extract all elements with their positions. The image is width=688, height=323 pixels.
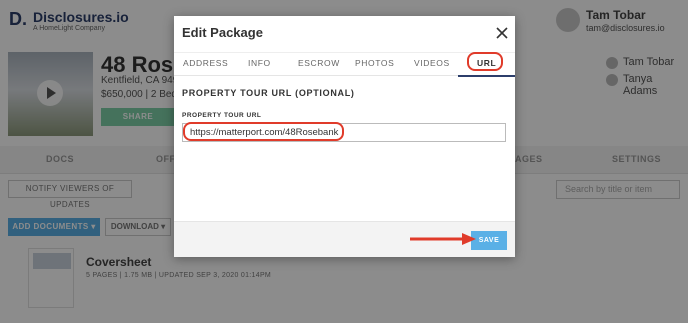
modal-tabs: ADDRESS INFO ESCROW PHOTOS VIDEOS URL [174,52,515,77]
modal-header: Edit Package [174,16,515,52]
tab-address[interactable]: ADDRESS [183,58,228,68]
tab-escrow[interactable]: ESCROW [298,58,340,68]
annotation-arrow-icon [410,233,476,245]
property-tour-url-input[interactable] [182,123,506,142]
tab-info[interactable]: INFO [248,58,271,68]
property-tour-url-label: PROPERTY TOUR URL [182,112,262,119]
edit-package-modal: Edit Package ADDRESS INFO ESCROW PHOTOS … [174,16,515,257]
active-tab-indicator [458,75,515,77]
section-title: PROPERTY TOUR URL (OPTIONAL) [182,88,355,98]
tab-videos[interactable]: VIDEOS [414,58,450,68]
url-tab-annotation-outline [467,52,503,71]
save-button[interactable]: SAVE [471,231,507,250]
modal-title: Edit Package [182,25,263,40]
tab-photos[interactable]: PHOTOS [355,58,394,68]
close-icon[interactable] [496,27,508,39]
